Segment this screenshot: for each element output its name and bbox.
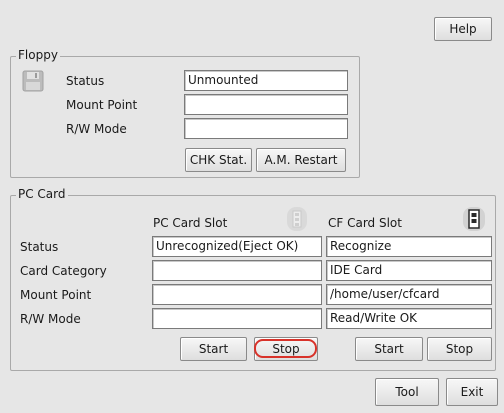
pc-card-group <box>10 195 496 371</box>
pc-card-slot-header: PC Card Slot <box>153 216 228 230</box>
exit-button[interactable]: Exit <box>446 378 498 406</box>
floppy-mount-point-field <box>184 94 348 115</box>
floppy-group-title: Floppy <box>16 48 60 62</box>
floppy-rw-mode-label: R/W Mode <box>66 122 127 136</box>
chk-stat-button[interactable]: CHK Stat. <box>185 148 252 172</box>
row-label-rw-mode: R/W Mode <box>20 312 81 326</box>
row-label-card-category: Card Category <box>20 264 107 278</box>
row-label-mount-point: Mount Point <box>20 288 92 302</box>
cf-slot-stop-button[interactable]: Stop <box>427 337 492 361</box>
cf-slot-start-button[interactable]: Start <box>355 337 423 361</box>
pc-slot-start-button[interactable]: Start <box>180 337 247 361</box>
pc-slot-status-field: Unrecognized(Eject OK) <box>152 236 322 257</box>
cf-slot-rw-mode-field: Read/Write OK <box>326 308 492 329</box>
help-button[interactable]: Help <box>434 17 492 41</box>
pc-slot-rw-mode-field <box>152 308 322 329</box>
row-label-status: Status <box>20 240 59 254</box>
am-restart-button[interactable]: A.M. Restart <box>256 148 346 172</box>
floppy-status-field: Unmounted <box>184 70 348 91</box>
pc-card-slot-icon <box>286 206 308 235</box>
floppy-disk-icon <box>22 70 44 95</box>
tool-button[interactable]: Tool <box>375 378 439 406</box>
floppy-status-label: Status <box>66 74 105 88</box>
cf-slot-status-field: Recognize <box>326 236 492 257</box>
pc-slot-mount-point-field <box>152 284 322 305</box>
cf-card-slot-header: CF Card Slot <box>328 216 402 230</box>
cf-slot-mount-point-field: /home/user/cfcard <box>326 284 492 305</box>
pc-slot-stop-button[interactable]: Stop <box>254 337 318 361</box>
cf-card-slot-icon <box>462 206 486 235</box>
floppy-mount-point-label: Mount Point <box>66 98 138 112</box>
pc-slot-card-category-field <box>152 260 322 281</box>
pc-card-group-title: PC Card <box>16 187 68 201</box>
cf-slot-card-category-field: IDE Card <box>326 260 492 281</box>
floppy-rw-mode-field <box>184 118 348 139</box>
